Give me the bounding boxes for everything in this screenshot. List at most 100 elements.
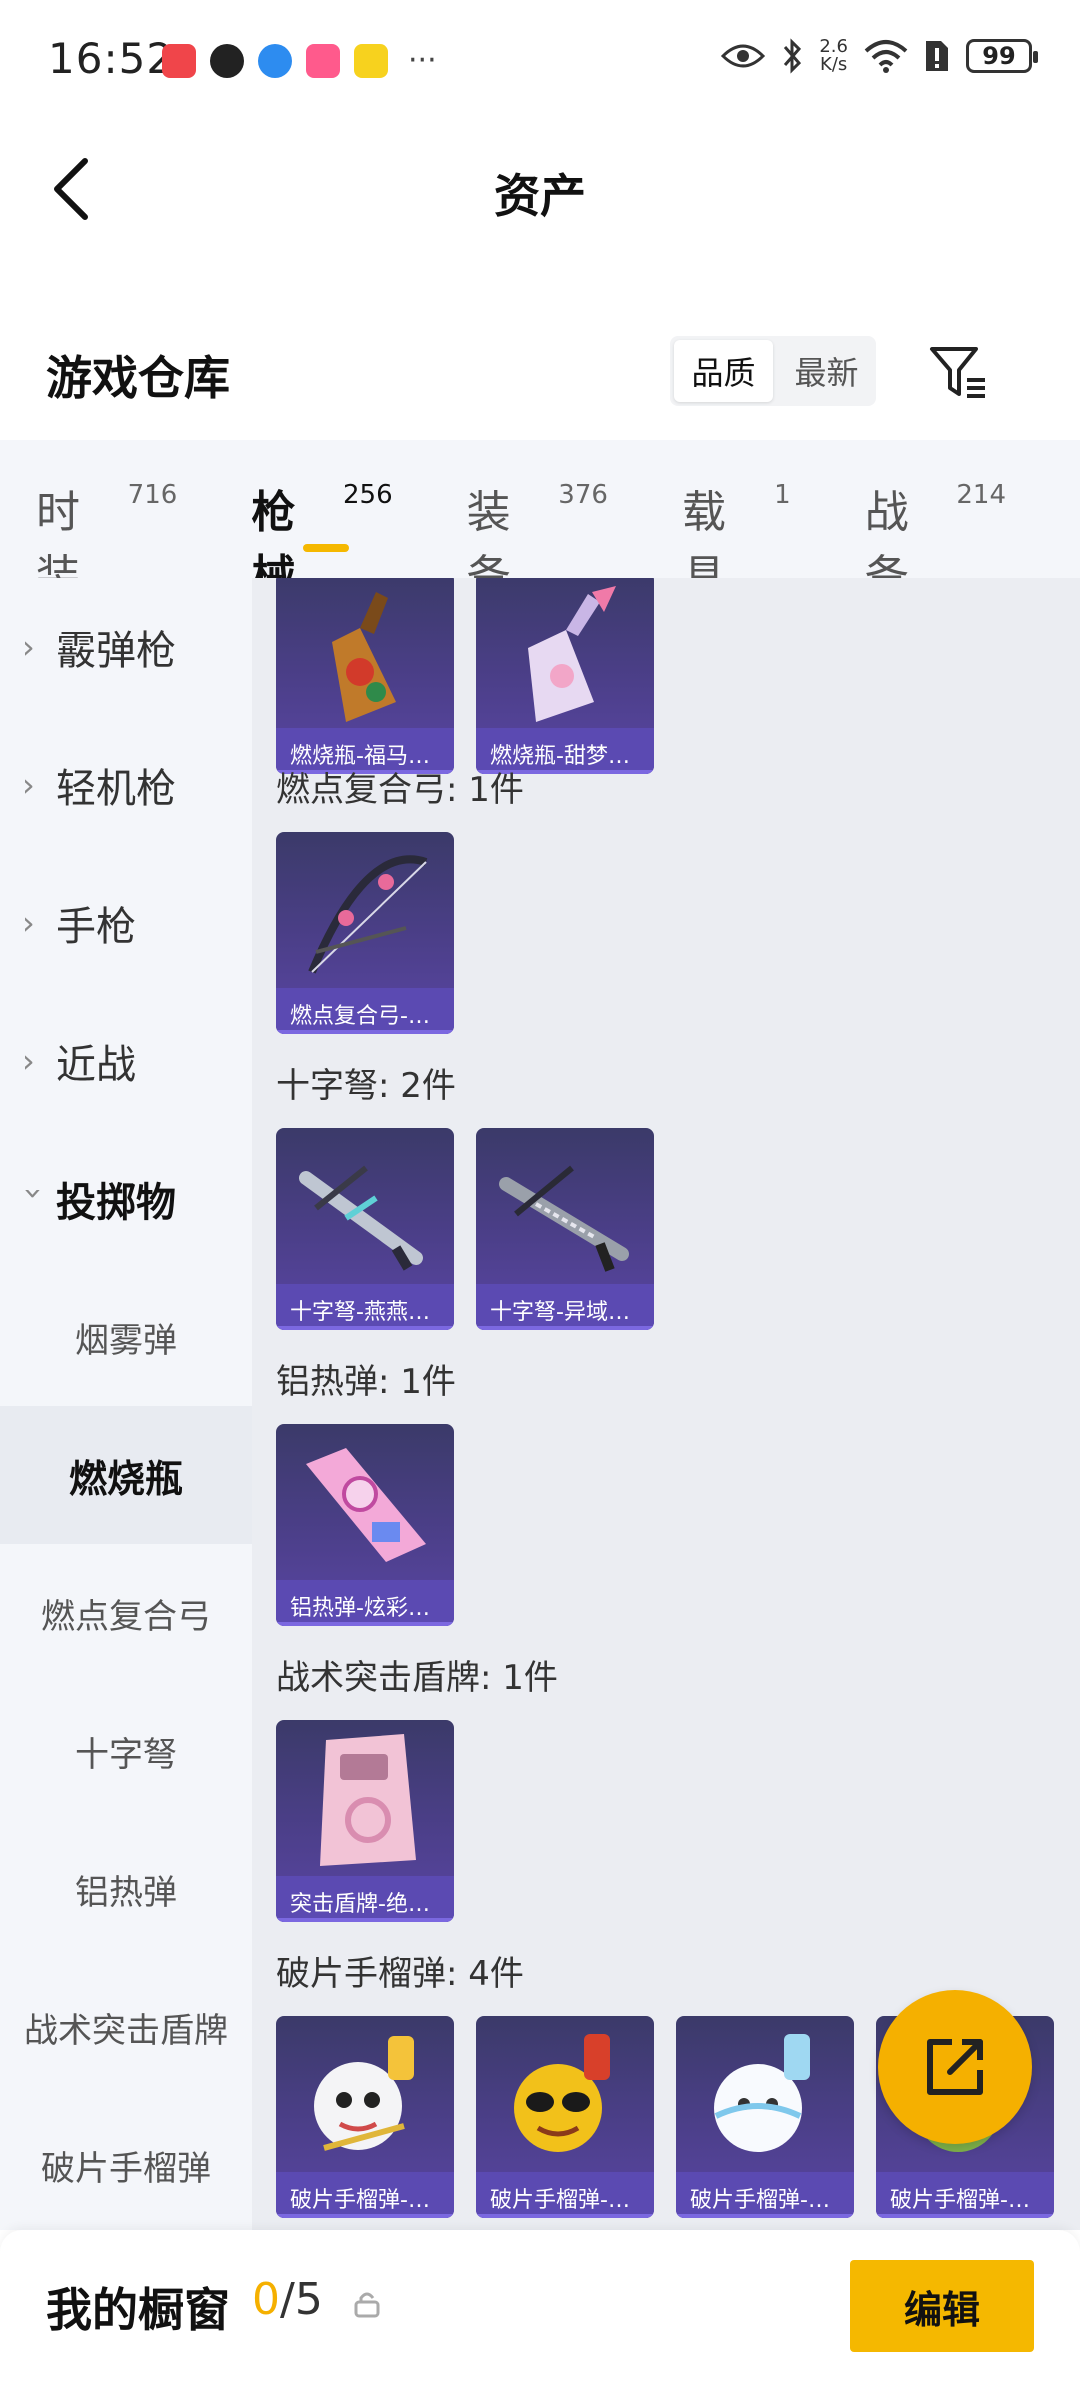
- item-card[interactable]: 十字弩-异域…: [476, 1128, 654, 1330]
- chevron-right-icon: ›: [22, 1042, 35, 1080]
- battery-indicator: 99: [966, 39, 1038, 73]
- item-card-caption: 破片手榴弹-…: [476, 2172, 654, 2218]
- share-external-icon: [927, 2039, 983, 2095]
- active-tab-indicator: [303, 544, 350, 552]
- group-title: 铝热弹: 1件: [276, 1362, 456, 1402]
- tab-fashion[interactable]: 时装 716: [36, 440, 178, 602]
- status-time: 16:52: [48, 34, 175, 83]
- group-title: 十字弩: 2件: [276, 1066, 456, 1106]
- filter-button[interactable]: [926, 340, 992, 406]
- frag-grenade-icon: [714, 2034, 810, 2152]
- network-speed: 2.6 K/s: [819, 38, 848, 74]
- app-header: 资产: [0, 120, 1080, 260]
- group-title: 燃点复合弓: 1件: [276, 770, 524, 810]
- page-title: 资产: [494, 169, 586, 223]
- item-card[interactable]: 破片手榴弹-…: [276, 2016, 454, 2218]
- sidebar-item-melee[interactable]: › 近战: [0, 992, 252, 1130]
- showcase-title: 我的橱窗: [46, 2283, 230, 2337]
- sim-alert-icon: [926, 41, 948, 71]
- sidebar-subitem-tactical-shield[interactable]: 战术突击盾牌: [0, 1958, 252, 2096]
- frag-grenade-icon: [514, 2034, 610, 2152]
- tactical-shield-icon: [320, 1734, 416, 1866]
- showcase-total-count: /5: [280, 2274, 323, 2325]
- filter-icon: [930, 347, 985, 398]
- crossbow-icon: [499, 1165, 629, 1272]
- chevron-right-icon: ›: [22, 904, 35, 942]
- item-card[interactable]: 燃烧瓶-甜梦…: [476, 578, 654, 774]
- sidebar-subitem-crossbow[interactable]: 十字弩: [0, 1682, 252, 1820]
- showcase-count: 0/5: [252, 2274, 323, 2325]
- frag-grenade-icon: [314, 2036, 414, 2151]
- item-card[interactable]: 破片手榴弹-…: [676, 2016, 854, 2218]
- warehouse-title: 游戏仓库: [46, 351, 230, 405]
- crossbow-icon: [299, 1165, 423, 1271]
- notification-icons: ···: [162, 44, 437, 78]
- qq-app-icon: [210, 44, 244, 78]
- sidebar-subitem-thermite[interactable]: 铝热弹: [0, 1820, 252, 1958]
- lock-icon: [354, 2292, 380, 2318]
- item-card[interactable]: 十字弩-燕燕…: [276, 1128, 454, 1330]
- chevron-down-icon: ›: [15, 1187, 53, 1200]
- item-card-caption: 破片手榴弹-…: [876, 2172, 1054, 2218]
- edit-button[interactable]: 编辑: [850, 2260, 1034, 2352]
- sort-by-quality[interactable]: 品质: [674, 340, 773, 402]
- tab-vehicles[interactable]: 载具 1: [682, 440, 791, 602]
- sidebar-item-label: 近战: [56, 1042, 136, 1088]
- item-card[interactable]: 燃点复合弓-…: [276, 832, 454, 1034]
- tab-count: 716: [127, 480, 178, 510]
- tab-count: 1: [774, 480, 791, 510]
- chevron-right-icon: ›: [22, 628, 35, 666]
- group-title: 破片手榴弹: 4件: [276, 1954, 524, 1994]
- sidebar-item-label: 轻机枪: [56, 766, 176, 812]
- sidebar-item-lmg[interactable]: › 轻机枪: [0, 716, 252, 854]
- sidebar-subitem-compound-bow[interactable]: 燃点复合弓: [0, 1544, 252, 1682]
- item-card-caption: 燃点复合弓-…: [276, 988, 454, 1034]
- item-card-caption: 突击盾牌-绝…: [276, 1876, 454, 1922]
- network-speed-unit: K/s: [820, 54, 848, 75]
- tab-firearms[interactable]: 枪械 256: [251, 440, 393, 602]
- item-card-caption: 十字弩-燕燕…: [276, 1284, 454, 1330]
- sidebar-subitem-frag-grenade[interactable]: 破片手榴弹: [0, 2096, 252, 2230]
- sidebar-item-label: 投掷物: [56, 1180, 176, 1226]
- sidebar-item-pistol[interactable]: › 手枪: [0, 854, 252, 992]
- status-indicators: 2.6 K/s 99: [721, 38, 1038, 74]
- shopping-app-icon: [162, 44, 196, 78]
- sort-toggle: 品质 最新: [670, 336, 876, 406]
- tab-count: 376: [558, 480, 608, 510]
- item-card[interactable]: 燃烧瓶-福马…: [276, 578, 454, 774]
- category-tabs: 时装 716 枪械 256 装备 376 载具 1 战备 214: [0, 440, 1080, 602]
- sidebar-subitem-molotov[interactable]: 燃烧瓶: [0, 1406, 252, 1544]
- item-grid: 燃烧瓶-福马… 燃烧瓶-甜梦… 燃点复合弓: 1件 燃点复合弓-… 十字弩: 2…: [252, 578, 1080, 2230]
- sidebar-subitem-smoke[interactable]: 烟雾弹: [0, 1268, 252, 1406]
- status-bar: 16:52 ··· 2.6 K/s 99: [0, 0, 1080, 120]
- showcase-used-count: 0: [252, 2274, 280, 2325]
- warehouse-header: 游戏仓库 品质 最新: [0, 320, 1080, 440]
- share-button[interactable]: [878, 1990, 1032, 2144]
- eye-icon: [721, 44, 766, 68]
- item-card[interactable]: 铝热弹-炫彩…: [276, 1424, 454, 1626]
- sort-by-newest[interactable]: 最新: [777, 336, 876, 406]
- tab-count: 256: [342, 480, 393, 510]
- compound-bow-icon: [308, 855, 428, 974]
- molotov-bottle-icon: [528, 586, 616, 722]
- game-app-icon: [354, 44, 388, 78]
- wifi-icon: [864, 40, 908, 73]
- category-sidebar: › 霰弹枪 › 轻机枪 › 手枪 › 近战 › 投掷物 烟雾弹 燃烧瓶 燃点复合…: [0, 578, 252, 2230]
- item-card[interactable]: 破片手榴弹-…: [476, 2016, 654, 2218]
- item-card-caption: 破片手榴弹-…: [276, 2172, 454, 2218]
- item-card-caption: 破片手榴弹-…: [676, 2172, 854, 2218]
- bluetooth-icon: [784, 38, 802, 74]
- sidebar-item-throwables[interactable]: › 投掷物: [0, 1130, 252, 1268]
- tab-equipment[interactable]: 装备 376: [467, 440, 608, 602]
- showcase-bar: 我的橱窗 0/5 编辑: [0, 2230, 1080, 2382]
- thermite-grenade-icon: [306, 1448, 426, 1562]
- sidebar-item-label: 手枪: [56, 904, 136, 950]
- chevron-right-icon: ›: [22, 766, 35, 804]
- tab-combat-gear[interactable]: 战备 214: [865, 440, 1006, 602]
- more-notifications-icon: ···: [408, 43, 437, 78]
- item-card-caption: 铝热弹-炫彩…: [276, 1580, 454, 1626]
- item-card-caption: 十字弩-异域…: [476, 1284, 654, 1330]
- item-card[interactable]: 突击盾牌-绝…: [276, 1720, 454, 1922]
- sidebar-item-shotgun[interactable]: › 霰弹枪: [0, 578, 252, 716]
- group-title: 战术突击盾牌: 1件: [276, 1658, 558, 1698]
